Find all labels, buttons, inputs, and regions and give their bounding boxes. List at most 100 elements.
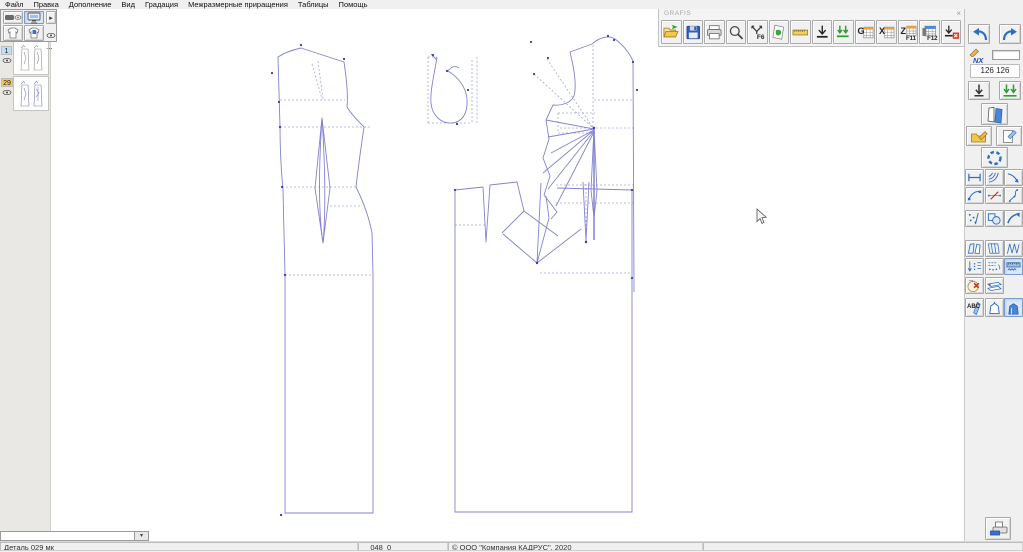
undo-button[interactable] xyxy=(968,24,990,44)
pleats-tool[interactable] xyxy=(984,240,1004,257)
shapes-tool[interactable] xyxy=(984,210,1004,227)
hide-panel-button[interactable] xyxy=(3,11,23,24)
redo-button[interactable] xyxy=(999,24,1021,44)
menu-bar: Файл Правка Дополнение Вид Градация Межр… xyxy=(0,0,1023,9)
z-f11-table-button[interactable]: Z F11 xyxy=(897,20,918,44)
garment-filled-button[interactable] xyxy=(24,25,44,41)
zigzag-fold-tool[interactable] xyxy=(1004,240,1023,257)
ruler-icon xyxy=(792,29,808,35)
f11-label: F11 xyxy=(905,36,916,42)
close-icon[interactable]: × xyxy=(956,9,961,18)
f12-table-button[interactable]: F12 xyxy=(919,20,940,44)
open-button[interactable] xyxy=(661,20,682,44)
undo-icon xyxy=(972,27,987,40)
layers-stack-tool[interactable] xyxy=(984,277,1004,294)
monitor-icon xyxy=(27,12,41,23)
more-label: ... xyxy=(46,42,53,51)
delete-segment-tool[interactable] xyxy=(984,187,1004,204)
curve-arrow-tool[interactable] xyxy=(1004,169,1023,186)
move-all-down-button[interactable] xyxy=(999,81,1021,100)
drawing-canvas[interactable] xyxy=(51,9,964,541)
measure-points-tool[interactable] xyxy=(984,258,1004,275)
arrow-right-glyph: ▸ xyxy=(49,14,53,22)
sort-tool[interactable] xyxy=(965,258,984,275)
page-combobox[interactable]: ▾ xyxy=(0,531,149,541)
expand-button[interactable]: ▸ xyxy=(46,11,56,24)
layer-badge-1[interactable]: 1 xyxy=(1,46,12,55)
x-table-button[interactable]: X xyxy=(876,20,897,44)
menu-help[interactable]: Помощь xyxy=(334,0,373,9)
points-tool[interactable] xyxy=(965,210,984,227)
plotter-button[interactable] xyxy=(985,517,1011,540)
magnifier-icon xyxy=(729,25,743,39)
grafis-toolbar: GRAFIS × F6 G X Z F11 F12 xyxy=(658,8,965,47)
circle-square-icon xyxy=(987,213,1001,225)
menu-intersize-increments[interactable]: Межразмерные приращения xyxy=(183,0,293,9)
status-empty xyxy=(703,542,1023,551)
curve-endpoints-tool[interactable] xyxy=(965,187,984,204)
layer-1-eye-icon[interactable] xyxy=(2,57,12,64)
visibility-button[interactable]: ... xyxy=(46,26,57,51)
double-arrow-down-button[interactable] xyxy=(833,20,854,44)
dashed-circle-button[interactable] xyxy=(981,147,1008,168)
menu-file[interactable]: Файл xyxy=(0,0,28,9)
piece-filled-tool[interactable] xyxy=(1004,298,1023,317)
garment-outline-button[interactable] xyxy=(3,25,23,41)
ruler-measure-tool[interactable] xyxy=(1004,258,1023,275)
edit-page-button[interactable] xyxy=(996,126,1022,146)
size-display: 126 126 xyxy=(970,64,1020,78)
measure-tape-button[interactable] xyxy=(790,20,811,44)
spline-tool[interactable] xyxy=(1004,187,1023,204)
printer-icon xyxy=(707,24,722,39)
layer-29-thumbnail[interactable] xyxy=(13,76,49,111)
layer-29-eye-icon[interactable] xyxy=(2,89,12,96)
nx-input[interactable] xyxy=(992,50,1020,60)
stacked-sheets-icon xyxy=(986,281,1002,292)
folder-pencil-icon xyxy=(970,131,988,143)
curves-fan-tool[interactable] xyxy=(984,169,1004,186)
circle-red-x-icon xyxy=(967,280,980,293)
save-button[interactable] xyxy=(682,20,703,44)
piece-outline-tool[interactable] xyxy=(984,298,1004,317)
dashed-circle-icon xyxy=(987,150,1002,165)
arc-tool[interactable] xyxy=(1004,210,1023,227)
move-down-button[interactable] xyxy=(968,81,990,100)
menu-addon[interactable]: Дополнение xyxy=(64,0,117,9)
g-label: G xyxy=(857,26,865,36)
layer-29-thumbnail-sketch xyxy=(20,80,43,107)
garment-filled-icon xyxy=(28,27,40,39)
spline-points-icon xyxy=(1008,188,1019,203)
f6-button[interactable]: F6 xyxy=(747,20,768,44)
abc-label: ABC xyxy=(967,304,980,310)
chevron-down-icon[interactable]: ▾ xyxy=(134,532,148,540)
menu-edit[interactable]: Правка xyxy=(28,0,63,9)
arrow-down-delete-button[interactable] xyxy=(940,20,961,44)
dashed-measure-icon xyxy=(987,262,1000,271)
edit-folder-button[interactable] xyxy=(966,126,992,146)
red-strike-line-icon xyxy=(987,191,1001,200)
layer-1-thumbnail[interactable] xyxy=(13,41,49,75)
menu-tables[interactable]: Таблицы xyxy=(293,0,334,9)
status-bar: Деталь 029 мк __048_0 © ООО "Компания КА… xyxy=(0,541,1023,552)
g-table-button[interactable]: G xyxy=(854,20,875,44)
zoom-button[interactable] xyxy=(725,20,746,44)
menu-grading[interactable]: Градация xyxy=(140,0,183,9)
menu-view[interactable]: Вид xyxy=(116,0,140,9)
wardrobe-button[interactable] xyxy=(981,103,1008,125)
pieces-tool[interactable] xyxy=(965,240,984,257)
layer-1-thumbnail-sketch xyxy=(20,44,43,71)
distance-tool[interactable] xyxy=(965,169,984,186)
open-folder-icon xyxy=(663,24,679,37)
arc-arrow-icon xyxy=(1007,212,1020,224)
sheet-check-button[interactable] xyxy=(768,20,789,44)
status-copyright: © ООО "Компания КАДРУС", 2020 xyxy=(448,542,703,551)
arrow-down-button[interactable] xyxy=(811,20,832,44)
text-tool[interactable]: ABC xyxy=(965,298,984,317)
distance-icon xyxy=(968,173,981,182)
print-button[interactable] xyxy=(704,20,725,44)
delete-circle-tool[interactable] xyxy=(965,277,984,294)
zigzag-fold-icon xyxy=(1006,243,1020,254)
screen-view-button[interactable] xyxy=(24,11,44,24)
layer-badge-29[interactable]: 29 xyxy=(1,78,13,87)
ruler-blue-icon xyxy=(1006,262,1021,271)
